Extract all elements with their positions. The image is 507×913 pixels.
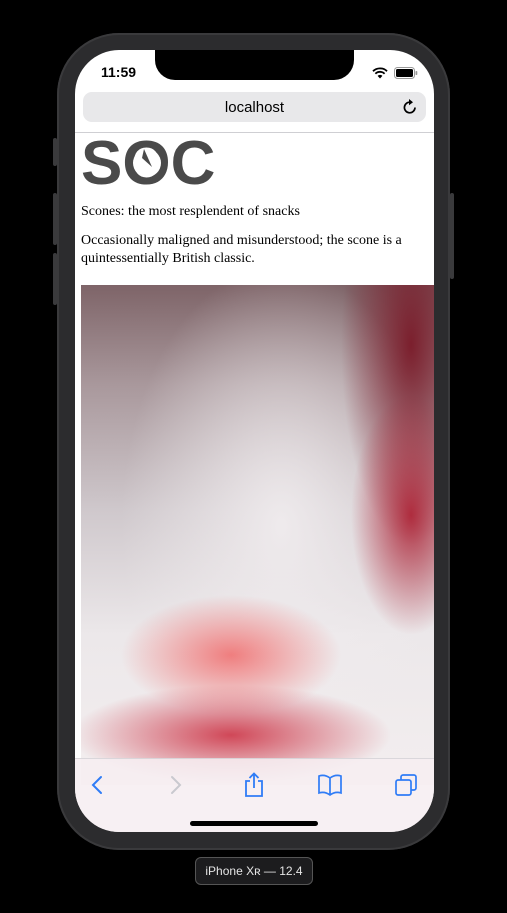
wifi-icon bbox=[372, 66, 388, 84]
forward-button[interactable] bbox=[161, 771, 191, 799]
notch bbox=[155, 50, 354, 80]
address-bar-divider bbox=[75, 132, 434, 133]
chevron-right-icon bbox=[171, 776, 182, 794]
back-button[interactable] bbox=[82, 771, 112, 799]
address-bar[interactable]: localhost bbox=[83, 92, 426, 122]
clock-icon bbox=[133, 149, 161, 177]
book-icon bbox=[318, 774, 342, 796]
tabs-icon bbox=[395, 774, 417, 796]
bookmarks-button[interactable] bbox=[315, 771, 345, 799]
battery-icon bbox=[394, 66, 418, 84]
url-text[interactable]: localhost bbox=[83, 99, 426, 116]
power-button bbox=[450, 193, 454, 279]
status-time: 11:59 bbox=[101, 64, 137, 80]
phone-screen: 11:59 localhost SOC bbox=[75, 50, 434, 832]
device-label: iPhone Xʀ — 12.4 bbox=[195, 857, 313, 885]
scone-photo bbox=[81, 285, 434, 785]
chevron-left-icon bbox=[91, 776, 102, 794]
safari-toolbar bbox=[75, 758, 434, 832]
status-icons bbox=[372, 66, 418, 84]
share-icon bbox=[245, 772, 263, 797]
reload-icon[interactable] bbox=[402, 98, 418, 120]
home-indicator[interactable] bbox=[190, 821, 318, 826]
tabs-button[interactable] bbox=[391, 771, 421, 799]
page-headline: Scones: the most resplendent of snacks bbox=[81, 204, 300, 219]
page-content: SOC Scones: the most resplendent of snac… bbox=[81, 136, 434, 268]
page-intro: Occasionally maligned and misunderstood;… bbox=[81, 233, 402, 266]
site-logo: SOC bbox=[81, 136, 215, 188]
share-button[interactable] bbox=[239, 771, 269, 799]
